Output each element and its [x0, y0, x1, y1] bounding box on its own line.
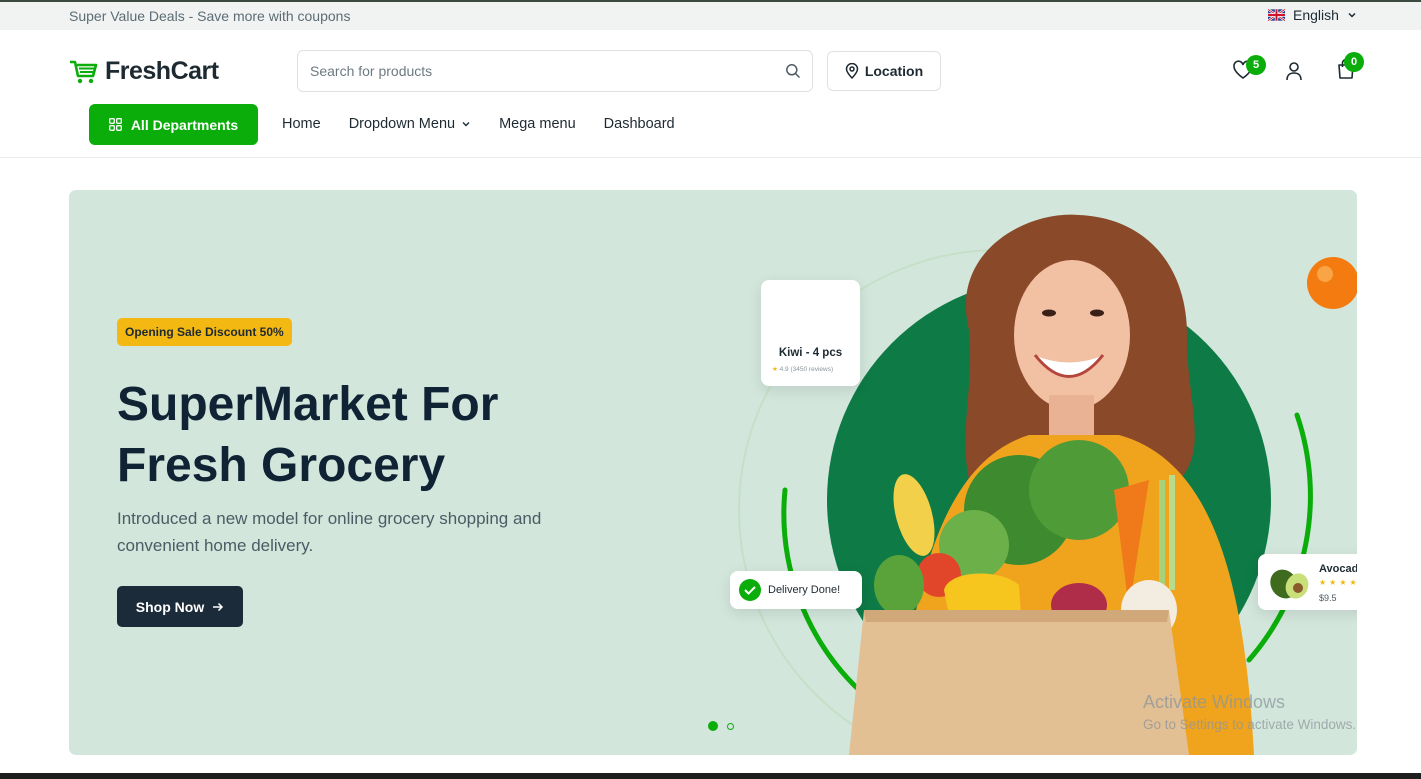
all-departments-label: All Departments	[130, 116, 239, 133]
map-pin-icon	[845, 63, 859, 79]
star-icon: ★	[772, 366, 778, 373]
delivery-done-card: Delivery Done!	[730, 571, 862, 609]
bottom-edge-strip	[0, 773, 1421, 779]
logo-text: FreshCart	[105, 57, 219, 85]
account-button[interactable]	[1285, 61, 1303, 86]
hero-banner: Opening Sale Discount 50% SuperMarket Fo…	[69, 190, 1357, 755]
search-input[interactable]	[298, 51, 768, 91]
language-label: English	[1293, 7, 1339, 23]
slide-dot-2[interactable]	[727, 722, 734, 730]
kiwi-product-card[interactable]: Kiwi - 4 pcs ★ 4.9 (3450 reviews)	[761, 280, 860, 386]
wishlist-count-badge: 5	[1246, 55, 1266, 75]
avocado-product-name: Avocado	[1319, 563, 1357, 575]
hero-title-line1: SuperMarket For	[117, 378, 499, 431]
main-nav: Home Dropdown Menu Mega menu Dashboard	[282, 116, 675, 132]
nav-dashboard[interactable]: Dashboard	[604, 116, 675, 132]
avocado-price: $9.5	[1319, 593, 1337, 603]
slider-pagination	[708, 721, 734, 731]
avocado-product-card[interactable]: Avocado ★★★★★ $9.5	[1258, 554, 1357, 610]
top-promo-bar: Super Value Deals - Save more with coupo…	[0, 0, 1421, 30]
arrow-right-icon	[213, 602, 224, 611]
kiwi-rating-value: 4.9	[779, 366, 789, 373]
hero-subtitle: Introduced a new model for online grocer…	[117, 509, 542, 555]
star-rating-icon: ★★★★★	[1319, 578, 1357, 587]
cart-button[interactable]: 0	[1336, 52, 1364, 85]
chevron-down-icon	[462, 122, 470, 127]
location-label: Location	[864, 63, 924, 79]
hero-title-line2: Fresh Grocery	[117, 439, 446, 492]
wishlist-button[interactable]: 5	[1232, 55, 1266, 85]
promo-text: Super Value Deals - Save more with coupo…	[69, 8, 351, 24]
search-icon[interactable]	[785, 63, 801, 79]
search-bar	[297, 50, 813, 92]
all-departments-button[interactable]: All Departments	[89, 104, 258, 145]
kiwi-product-name: Kiwi - 4 pcs	[778, 347, 843, 359]
location-button[interactable]: Location	[827, 51, 941, 91]
logo[interactable]: FreshCart	[69, 57, 219, 86]
language-selector[interactable]: English	[1268, 7, 1357, 23]
sale-badge: Opening Sale Discount 50%	[117, 318, 292, 346]
kiwi-review-count: (3450 reviews)	[790, 366, 834, 373]
cart-count-badge: 0	[1344, 52, 1364, 72]
nav-home[interactable]: Home	[282, 116, 321, 132]
shop-now-label: Shop Now	[135, 598, 205, 615]
shopping-cart-logo-icon	[70, 60, 98, 83]
check-circle-icon	[739, 579, 761, 601]
nav-dropdown-menu[interactable]: Dropdown Menu	[349, 116, 471, 132]
user-icon	[1286, 62, 1302, 81]
nav-dropdown-menu-label: Dropdown Menu	[348, 116, 456, 132]
avocado-image	[1270, 569, 1309, 599]
chevron-down-icon	[1348, 12, 1356, 18]
nav-mega-menu[interactable]: Mega menu	[499, 116, 576, 132]
kiwi-rating: ★ 4.9 (3450 reviews)	[772, 365, 833, 373]
site-header: FreshCart Location 5 0	[0, 30, 1421, 158]
uk-flag-icon	[1268, 9, 1285, 21]
slide-dot-1[interactable]	[708, 721, 718, 731]
delivery-done-text: Delivery Done!	[768, 584, 841, 596]
grid-icon	[108, 118, 122, 131]
shop-now-button[interactable]: Shop Now	[117, 586, 243, 627]
hero-title: SuperMarket For Fresh Grocery	[117, 374, 637, 496]
